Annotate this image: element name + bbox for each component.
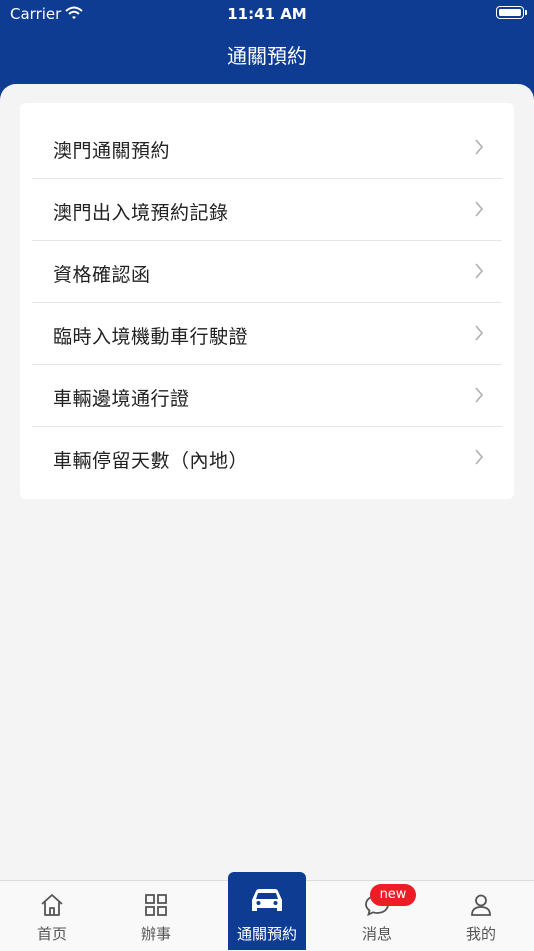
- new-badge: new: [370, 884, 416, 906]
- home-icon: [39, 893, 65, 921]
- chevron-right-icon: [474, 263, 484, 283]
- chevron-right-icon: [474, 325, 484, 345]
- menu-item-macau-clearance-booking[interactable]: 澳門通關預約: [32, 117, 502, 179]
- status-bar: Carrier 11:41 AM: [0, 0, 534, 28]
- menu-item-label: 資格確認函: [53, 264, 151, 286]
- car-icon: [249, 886, 285, 920]
- status-time: 11:41 AM: [227, 5, 307, 23]
- tab-label: 消息: [361, 925, 392, 943]
- menu-item-label: 臨時入境機動車行駛證: [53, 326, 249, 348]
- chevron-right-icon: [474, 139, 484, 159]
- grid-icon: [144, 893, 168, 921]
- tab-label: 辦事: [140, 925, 171, 943]
- tab-profile[interactable]: 我的: [431, 881, 531, 951]
- menu-item-label: 車輛邊境通行證: [53, 388, 190, 410]
- chevron-right-icon: [474, 449, 484, 469]
- page-title: 通關預約: [227, 44, 307, 68]
- tab-label: 我的: [465, 925, 496, 943]
- menu-item-eligibility-letter[interactable]: 資格確認函: [32, 241, 502, 303]
- menu-item-booking-records[interactable]: 澳門出入境預約記錄: [32, 179, 502, 241]
- menu-item-vehicle-stay-days[interactable]: 車輛停留天數（內地）: [32, 427, 502, 489]
- menu-item-vehicle-border-pass[interactable]: 車輛邊境通行證: [32, 365, 502, 427]
- tab-label: 首页: [36, 925, 67, 943]
- tab-services[interactable]: 辦事: [106, 881, 206, 951]
- menu-card: 澳門通關預約 澳門出入境預約記錄 資格確認函 臨時入境機動車行駛證 車輛邊境通行…: [20, 103, 514, 499]
- tab-home[interactable]: 首页: [2, 881, 102, 951]
- chevron-right-icon: [474, 201, 484, 221]
- battery-icon: [496, 6, 527, 19]
- menu-item-temporary-vehicle-permit[interactable]: 臨時入境機動車行駛證: [32, 303, 502, 365]
- tab-clearance-booking[interactable]: 通關預約: [228, 872, 306, 950]
- tab-label: 通關預約: [236, 925, 297, 943]
- chevron-right-icon: [474, 387, 484, 407]
- menu-item-label: 澳門通關預約: [53, 140, 171, 162]
- menu-item-label: 車輛停留天數（內地）: [53, 450, 249, 472]
- menu-item-label: 澳門出入境預約記錄: [53, 202, 229, 224]
- user-icon: [469, 893, 493, 921]
